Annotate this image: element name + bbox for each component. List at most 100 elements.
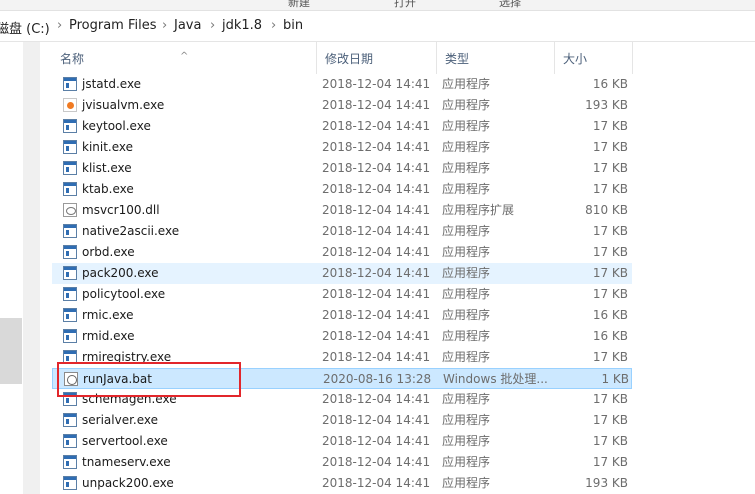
column-date-label: 修改日期	[325, 52, 374, 66]
breadcrumb-java[interactable]: Java	[174, 18, 201, 33]
file-size: 17 KB	[592, 434, 628, 448]
column-header: 名称 ^ 修改日期 类型 大小	[52, 42, 755, 74]
file-row[interactable]: servertool.exe 2018-12-04 14:41 应用程序 17 KB	[52, 431, 632, 452]
file-name: policytool.exe	[82, 287, 166, 301]
file-row[interactable]: orbd.exe 2018-12-04 14:41 应用程序 17 KB	[52, 242, 632, 263]
file-row[interactable]: serialver.exe 2018-12-04 14:41 应用程序 17 KB	[52, 410, 632, 431]
file-date: 2018-12-04 14:41	[322, 455, 431, 469]
file-name: pack200.exe	[82, 266, 159, 280]
file-row[interactable]: kinit.exe 2018-12-04 14:41 应用程序 17 KB	[52, 137, 632, 158]
file-size: 17 KB	[592, 455, 628, 469]
breadcrumb-jdk[interactable]: jdk1.8	[222, 18, 262, 33]
file-date: 2018-12-04 14:41	[322, 161, 431, 175]
column-size-label: 大小	[563, 52, 588, 66]
breadcrumb-bin[interactable]: bin	[283, 18, 303, 33]
file-row[interactable]: rmiregistry.exe 2018-12-04 14:41 应用程序 17 KB	[52, 347, 632, 368]
file-size: 193 KB	[585, 98, 628, 112]
file-type: 应用程序扩展	[442, 203, 515, 217]
sort-up-icon: ^	[180, 51, 189, 62]
application-icon	[63, 119, 77, 133]
new-button[interactable]: 新建	[288, 0, 310, 10]
chevron-right-icon[interactable]: ›	[210, 18, 215, 33]
column-type[interactable]: 类型	[437, 42, 555, 74]
file-row[interactable]: rmic.exe 2018-12-04 14:41 应用程序 16 KB	[52, 305, 632, 326]
file-type: Windows 批处理...	[443, 372, 548, 386]
file-size: 17 KB	[592, 224, 628, 238]
application-icon	[63, 140, 77, 154]
file-name: rmiregistry.exe	[82, 350, 172, 364]
application-icon	[63, 224, 77, 238]
navigation-selected-item[interactable]	[0, 318, 22, 384]
chevron-right-icon[interactable]: ›	[162, 18, 167, 33]
file-row[interactable]: msvcr100.dll 2018-12-04 14:41 应用程序扩展 810 KB	[52, 200, 632, 221]
file-row[interactable]: jvisualvm.exe 2018-12-04 14:41 应用程序 193 KB	[52, 95, 632, 116]
file-date: 2018-12-04 14:41	[322, 203, 431, 217]
file-type: 应用程序	[442, 413, 491, 427]
file-size: 810 KB	[585, 203, 628, 217]
chevron-right-icon[interactable]: ›	[271, 18, 276, 33]
application-icon	[63, 266, 77, 280]
application-icon	[63, 413, 77, 427]
breadcrumb-drive[interactable]: 磁盘 (C:)	[0, 18, 50, 37]
application-icon	[63, 455, 77, 469]
file-row[interactable]: tnameserv.exe 2018-12-04 14:41 应用程序 17 KB	[52, 452, 632, 473]
file-date: 2018-12-04 14:41	[322, 182, 431, 196]
file-row[interactable]: rmid.exe 2018-12-04 14:41 应用程序 16 KB	[52, 326, 632, 347]
file-size: 17 KB	[592, 266, 628, 280]
file-row[interactable]: runJava.bat 2020-08-16 13:28 Windows 批处理..…	[52, 368, 632, 389]
file-type: 应用程序	[442, 245, 491, 259]
file-row[interactable]: keytool.exe 2018-12-04 14:41 应用程序 17 KB	[52, 116, 632, 137]
select-button[interactable]: 选择	[499, 0, 521, 10]
file-date: 2018-12-04 14:41	[322, 329, 431, 343]
file-type: 应用程序	[442, 266, 491, 280]
navigation-pane[interactable]	[0, 42, 40, 494]
file-name: orbd.exe	[82, 245, 135, 259]
file-type: 应用程序	[442, 140, 491, 154]
application-icon	[63, 308, 77, 322]
file-row[interactable]: policytool.exe 2018-12-04 14:41 应用程序 17 KB	[52, 284, 632, 305]
file-date: 2018-12-04 14:41	[322, 434, 431, 448]
file-type: 应用程序	[442, 98, 491, 112]
breadcrumb-program-files[interactable]: Program Files	[69, 18, 157, 33]
column-date[interactable]: 修改日期	[317, 42, 437, 74]
chevron-right-icon[interactable]: ›	[57, 18, 62, 33]
file-name: klist.exe	[82, 161, 132, 175]
file-date: 2018-12-04 14:41	[322, 287, 431, 301]
batch-file-icon	[64, 372, 78, 386]
file-type: 应用程序	[442, 161, 491, 175]
file-row[interactable]: schemagen.exe 2018-12-04 14:41 应用程序 17 KB	[52, 389, 632, 410]
file-date: 2018-12-04 14:41	[322, 98, 431, 112]
file-name: serialver.exe	[82, 413, 159, 427]
dll-file-icon	[63, 203, 77, 217]
file-date: 2018-12-04 14:41	[322, 119, 431, 133]
file-size: 16 KB	[592, 329, 628, 343]
file-row[interactable]: klist.exe 2018-12-04 14:41 应用程序 17 KB	[52, 158, 632, 179]
file-type: 应用程序	[442, 329, 491, 343]
address-bar[interactable]: 磁盘 (C:) › Program Files › Java › jdk1.8 …	[0, 11, 755, 42]
file-type: 应用程序	[442, 308, 491, 322]
file-size: 16 KB	[592, 77, 628, 91]
application-icon	[63, 287, 77, 301]
file-row[interactable]: native2ascii.exe 2018-12-04 14:41 应用程序 17 K…	[52, 221, 632, 242]
file-date: 2018-12-04 14:41	[322, 476, 431, 490]
file-type: 应用程序	[442, 434, 491, 448]
open-button[interactable]: 打开	[394, 0, 416, 10]
column-size[interactable]: 大小	[555, 42, 633, 74]
file-name: keytool.exe	[82, 119, 151, 133]
navigation-scrollbar[interactable]	[23, 42, 40, 494]
file-type: 应用程序	[442, 350, 491, 364]
file-name: unpack200.exe	[82, 476, 174, 490]
column-name-label: 名称	[60, 52, 85, 66]
file-type: 应用程序	[442, 476, 491, 490]
file-name: kinit.exe	[82, 140, 134, 154]
file-name: native2ascii.exe	[82, 224, 180, 238]
column-name[interactable]: 名称 ^	[52, 42, 317, 74]
file-row[interactable]: pack200.exe 2018-12-04 14:41 应用程序 17 KB	[52, 263, 632, 284]
file-row[interactable]: unpack200.exe 2018-12-04 14:41 应用程序 193 KB	[52, 473, 632, 494]
file-row[interactable]: jstatd.exe 2018-12-04 14:41 应用程序 16 KB	[52, 74, 632, 95]
application-icon	[63, 350, 77, 364]
file-row[interactable]: ktab.exe 2018-12-04 14:41 应用程序 17 KB	[52, 179, 632, 200]
visualvm-icon	[63, 98, 77, 112]
application-icon	[63, 392, 77, 406]
file-name: runJava.bat	[83, 372, 152, 386]
